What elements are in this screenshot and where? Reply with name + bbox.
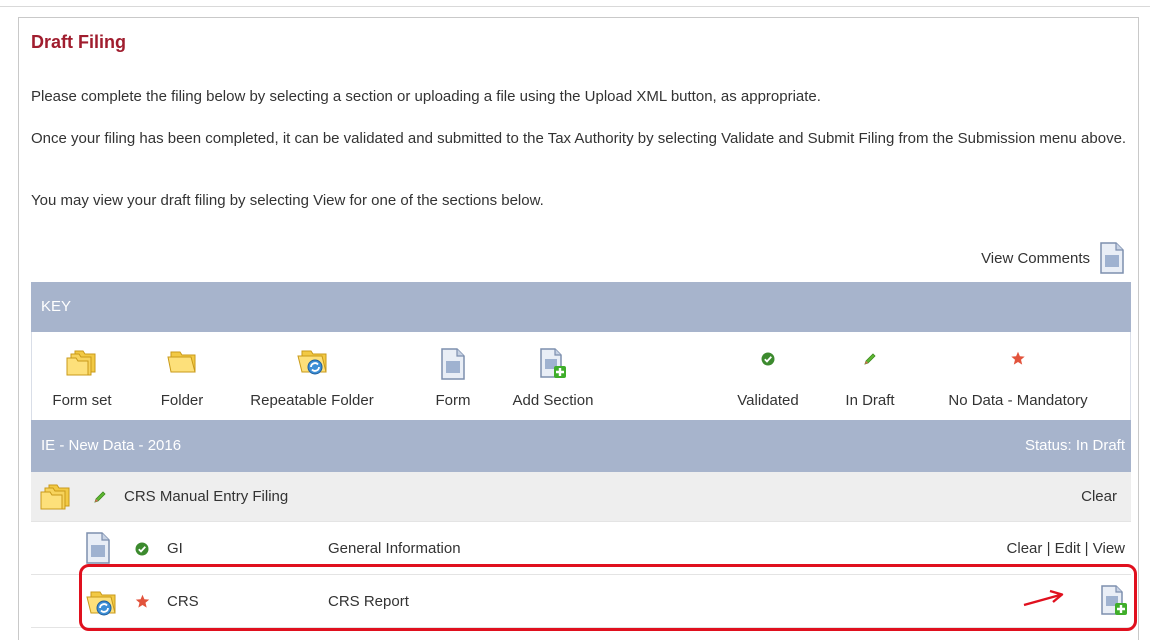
section-description: General Information bbox=[328, 540, 461, 557]
form-document-icon bbox=[86, 532, 110, 564]
intro-paragraph-3: You may view your draft filing by select… bbox=[31, 192, 544, 209]
validated-check-icon bbox=[761, 352, 775, 366]
page-title: Draft Filing bbox=[31, 32, 126, 52]
key-item-add-section: Add Section bbox=[498, 332, 608, 420]
draft-filing-panel: Draft Filing Please complete the filing … bbox=[18, 17, 1139, 640]
key-item-in-draft: In Draft bbox=[834, 332, 906, 420]
folder-icon bbox=[167, 351, 196, 373]
section-code: GI bbox=[167, 540, 183, 557]
form-document-icon bbox=[441, 348, 465, 380]
add-section-icon[interactable] bbox=[1101, 585, 1127, 617]
edit-link[interactable]: Edit bbox=[1055, 540, 1081, 557]
filing-row: CRS Manual Entry Filing Clear bbox=[31, 472, 1131, 522]
clear-filing-link[interactable]: Clear bbox=[1081, 488, 1117, 505]
key-item-validated: Validated bbox=[728, 332, 808, 420]
section-code: CRS bbox=[167, 593, 199, 610]
intro-paragraph-1: Please complete the filing below by sele… bbox=[31, 88, 821, 105]
key-header: KEY bbox=[31, 282, 1131, 332]
key-label: Repeatable Folder bbox=[250, 392, 374, 409]
key-label: Form set bbox=[52, 392, 112, 409]
validated-check-icon bbox=[135, 542, 149, 556]
form-set-folder-icon bbox=[40, 484, 70, 510]
form-set-folder-icon bbox=[66, 350, 96, 376]
key-legend: Form set Folder Repeatable Folder Form A… bbox=[31, 332, 1131, 420]
section-description: CRS Report bbox=[328, 593, 409, 610]
key-label: No Data - Mandatory bbox=[948, 392, 1088, 409]
separator: | bbox=[1084, 540, 1093, 557]
repeatable-folder-icon bbox=[86, 591, 116, 616]
key-item-repeatable-folder: Repeatable Folder bbox=[234, 332, 390, 420]
top-divider bbox=[0, 6, 1150, 7]
view-comments-link[interactable]: View Comments bbox=[981, 242, 1124, 274]
pencil-icon bbox=[94, 491, 106, 503]
filing-grid: KEY Form set Folder Repeatable Folder Fo… bbox=[31, 282, 1131, 628]
star-icon bbox=[135, 594, 150, 608]
view-comments-label: View Comments bbox=[981, 249, 1090, 267]
filing-name: CRS Manual Entry Filing bbox=[124, 488, 289, 505]
key-item-folder: Folder bbox=[147, 332, 217, 420]
key-label: In Draft bbox=[845, 392, 895, 409]
clear-link[interactable]: Clear bbox=[1007, 540, 1043, 557]
separator: | bbox=[1046, 540, 1055, 557]
section-status: Status: In Draft bbox=[1024, 437, 1125, 454]
star-icon bbox=[1011, 351, 1025, 365]
document-icon bbox=[1100, 242, 1124, 274]
key-label: Form bbox=[435, 392, 471, 409]
key-label: Add Section bbox=[512, 392, 594, 409]
key-label: Validated bbox=[737, 392, 799, 409]
pencil-icon bbox=[864, 353, 876, 365]
section-row-gi: GI General Information Clear | Edit | Vi… bbox=[31, 522, 1131, 575]
key-label: Folder bbox=[160, 392, 204, 409]
key-item-form-set: Form set bbox=[32, 332, 132, 420]
intro-paragraph-2: Once your filing has been completed, it … bbox=[31, 130, 1127, 147]
section-header: IE - New Data - 2016 Status: In Draft bbox=[31, 420, 1131, 472]
add-section-icon bbox=[540, 348, 566, 378]
row-actions: Clear | Edit | View bbox=[1007, 540, 1125, 557]
arrow-annotation-icon bbox=[1023, 589, 1064, 607]
key-item-form: Form bbox=[428, 332, 478, 420]
view-link[interactable]: View bbox=[1093, 540, 1125, 557]
section-name: IE - New Data - 2016 bbox=[41, 437, 182, 454]
repeatable-folder-icon bbox=[297, 350, 327, 375]
section-row-crs: CRS CRS Report bbox=[31, 575, 1131, 628]
key-item-no-data-mandatory: No Data - Mandatory bbox=[930, 332, 1106, 420]
